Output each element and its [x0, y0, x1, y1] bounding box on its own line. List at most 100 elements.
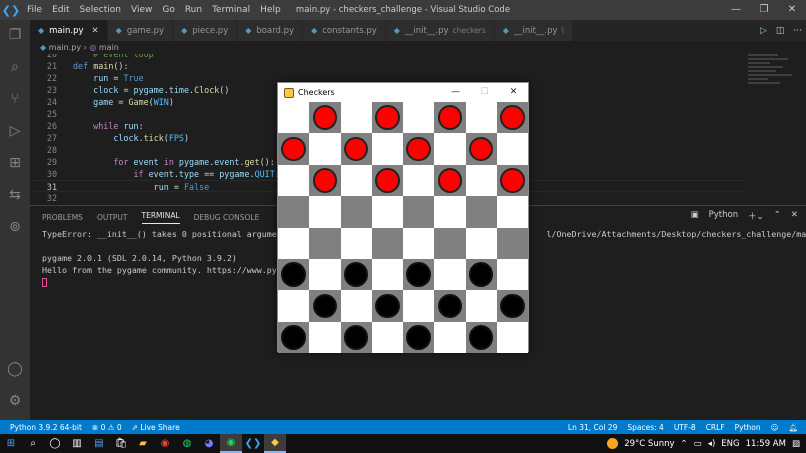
- breadcrumb-file[interactable]: main.py: [49, 43, 81, 52]
- black-piece[interactable]: [281, 325, 306, 350]
- board-square[interactable]: [496, 290, 528, 322]
- red-piece[interactable]: [375, 105, 400, 130]
- game-close-button[interactable]: ✕: [499, 83, 528, 102]
- board-square[interactable]: [278, 258, 310, 291]
- menu-run[interactable]: Run: [180, 0, 207, 20]
- board-square[interactable]: [371, 102, 403, 134]
- menu-selection[interactable]: Selection: [75, 0, 126, 20]
- tab-init-root[interactable]: ◆ __init__.py \: [494, 20, 574, 41]
- red-piece[interactable]: [500, 105, 525, 130]
- tab-main-py[interactable]: ◆ main.py ✕: [30, 20, 108, 41]
- keyboard-language[interactable]: ENG: [721, 439, 739, 449]
- board-square[interactable]: [278, 133, 310, 165]
- tray-chevron-icon[interactable]: ⌃: [681, 439, 688, 449]
- board-square[interactable]: [340, 321, 372, 353]
- board-square[interactable]: [403, 227, 435, 259]
- board-square[interactable]: [465, 258, 497, 291]
- black-piece[interactable]: [437, 293, 463, 319]
- black-piece[interactable]: [468, 325, 494, 350]
- search-icon[interactable]: ⌕: [6, 58, 24, 76]
- panel-tab-problems[interactable]: PROBLEMS: [42, 213, 83, 222]
- board-square[interactable]: [403, 102, 435, 134]
- tab-board-py[interactable]: ◆ board.py: [237, 20, 304, 41]
- vscode-icon[interactable]: ❮❯: [242, 434, 264, 453]
- board-square[interactable]: [403, 164, 435, 197]
- board-square[interactable]: [278, 196, 310, 228]
- chrome-icon[interactable]: ◉: [154, 434, 176, 453]
- timeline-icon[interactable]: ⊚: [6, 218, 24, 236]
- board-square[interactable]: [278, 102, 310, 134]
- account-icon[interactable]: ◯: [6, 360, 24, 378]
- end-of-line[interactable]: CRLF: [706, 423, 725, 432]
- black-piece[interactable]: [375, 293, 400, 319]
- board-square[interactable]: [465, 102, 497, 134]
- red-piece[interactable]: [281, 136, 306, 162]
- board-square[interactable]: [403, 258, 435, 291]
- board-square[interactable]: [434, 321, 466, 353]
- board-square[interactable]: [340, 133, 372, 165]
- menu-help[interactable]: Help: [255, 0, 286, 20]
- panel-tab-terminal[interactable]: TERMINAL: [141, 211, 180, 224]
- encoding[interactable]: UTF-8: [674, 423, 696, 432]
- search-icon[interactable]: ⌕: [22, 434, 44, 453]
- weather-text[interactable]: 29°C Sunny: [624, 439, 674, 449]
- split-editor-icon[interactable]: ◫: [776, 26, 785, 36]
- board-square[interactable]: [309, 196, 341, 228]
- minimize-button[interactable]: —: [722, 0, 750, 20]
- close-panel-icon[interactable]: ✕: [791, 210, 798, 222]
- menu-view[interactable]: View: [126, 0, 157, 20]
- file-manager-icon[interactable]: ▤: [88, 434, 110, 453]
- panel-tab-debug-console[interactable]: DEBUG CONSOLE: [194, 213, 260, 222]
- windows-start-icon[interactable]: ⊞: [0, 434, 22, 453]
- board-square[interactable]: [434, 258, 466, 291]
- run-file-icon[interactable]: ▷: [760, 26, 767, 36]
- tab-game-py[interactable]: ◆ game.py: [107, 20, 174, 41]
- indentation[interactable]: Spaces: 4: [627, 423, 663, 432]
- volume-icon[interactable]: ◂): [708, 439, 716, 449]
- board-square[interactable]: [278, 164, 310, 197]
- black-piece[interactable]: [312, 293, 338, 319]
- black-piece[interactable]: [500, 293, 525, 319]
- python-interpreter[interactable]: Python 3.9.2 64-bit: [10, 423, 82, 432]
- live-share[interactable]: ⇗ Live Share: [132, 423, 180, 432]
- breadcrumb-symbol[interactable]: main: [99, 43, 119, 52]
- board-square[interactable]: [309, 290, 341, 322]
- language-mode[interactable]: Python: [735, 423, 761, 432]
- board-square[interactable]: [465, 164, 497, 197]
- red-piece[interactable]: [437, 168, 463, 193]
- board-square[interactable]: [371, 321, 403, 353]
- board-square[interactable]: [434, 227, 466, 259]
- tab-constants-py[interactable]: ◆ constants.py: [303, 20, 386, 41]
- board-square[interactable]: [496, 164, 528, 197]
- board-square[interactable]: [309, 164, 341, 197]
- maximize-panel-icon[interactable]: ⌃: [774, 210, 781, 222]
- remote-explorer-icon[interactable]: ⇆: [6, 186, 24, 204]
- checkers-titlebar[interactable]: Checkers — ☐ ✕: [278, 83, 528, 102]
- spotify-icon[interactable]: ◉: [220, 434, 242, 453]
- board-square[interactable]: [371, 227, 403, 259]
- explorer-icon[interactable]: ❐: [6, 26, 24, 44]
- action-center-icon[interactable]: ▨: [792, 439, 800, 449]
- black-piece[interactable]: [406, 325, 431, 350]
- red-piece[interactable]: [312, 105, 338, 130]
- board-square[interactable]: [465, 321, 497, 353]
- board-square[interactable]: [371, 196, 403, 228]
- board-square[interactable]: [371, 290, 403, 322]
- folder-icon[interactable]: ▰: [132, 434, 154, 453]
- black-piece[interactable]: [343, 262, 369, 287]
- run-debug-icon[interactable]: ▷: [6, 122, 24, 140]
- cursor-position[interactable]: Ln 31, Col 29: [568, 423, 617, 432]
- red-piece[interactable]: [437, 105, 463, 130]
- board-square[interactable]: [309, 321, 341, 353]
- board-square[interactable]: [496, 102, 528, 134]
- python-icon[interactable]: ◆: [264, 434, 286, 453]
- black-piece[interactable]: [406, 262, 431, 287]
- clock[interactable]: 11:59 AM: [746, 439, 786, 449]
- board-square[interactable]: [496, 321, 528, 353]
- feedback-icon[interactable]: ☺: [771, 423, 779, 432]
- black-piece[interactable]: [468, 262, 494, 287]
- black-piece[interactable]: [281, 262, 306, 287]
- board-square[interactable]: [465, 227, 497, 259]
- store-icon[interactable]: 🛍︎: [110, 434, 132, 453]
- red-piece[interactable]: [406, 136, 431, 162]
